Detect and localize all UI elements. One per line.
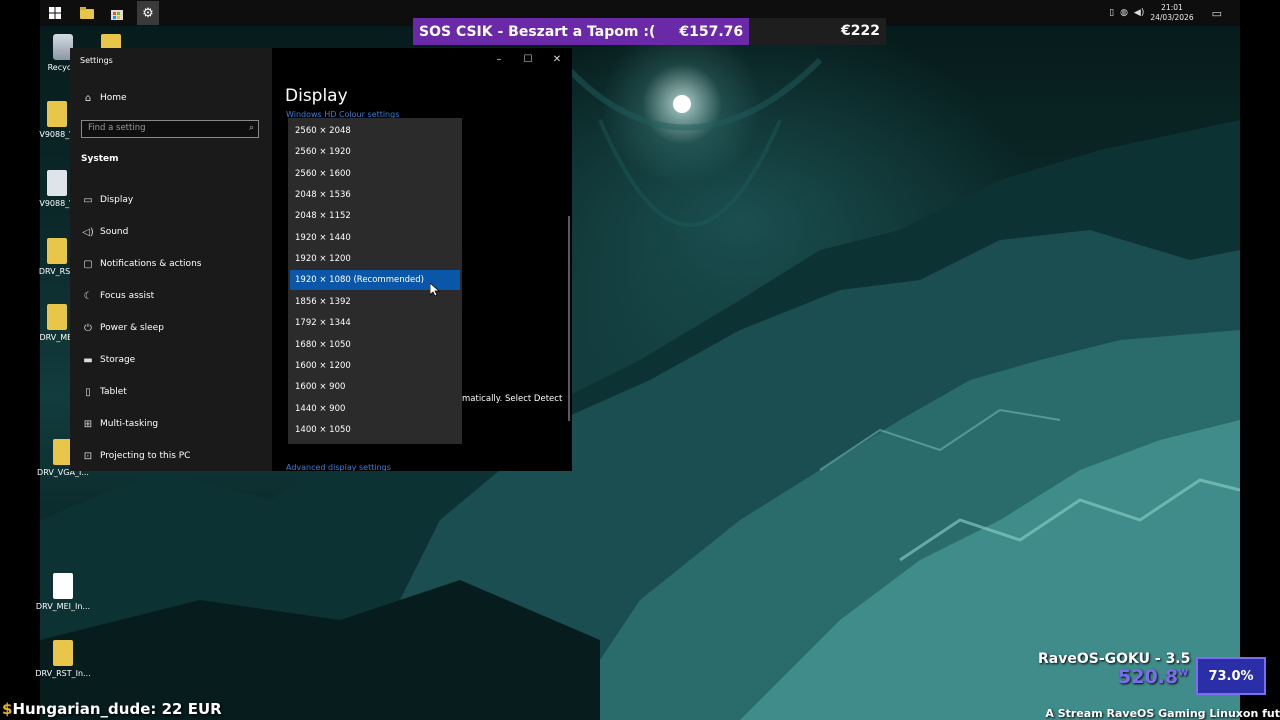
- nav-item-label: Notifications & actions: [100, 259, 202, 269]
- advanced-display-settings-link[interactable]: Advanced display settings: [286, 463, 391, 471]
- nav-item-label: Sound: [100, 227, 129, 237]
- folder-icon: [47, 238, 67, 264]
- percentage-badge: 73.0%: [1196, 657, 1266, 695]
- stream-ticker: A Stream RaveOS Gaming Linuxon fut: [1045, 707, 1280, 720]
- nav-home[interactable]: ⌂ Home: [81, 89, 127, 107]
- nav-item-power-sleep[interactable]: ⏻ Power & sleep: [81, 319, 164, 337]
- power-icon: ⏻: [84, 322, 92, 334]
- resolution-option[interactable]: 1680 × 1050: [290, 335, 460, 355]
- latest-donation: $Hungarian_dude: 22 EUR: [2, 700, 222, 718]
- nav-item-label: Projecting to this PC: [100, 451, 191, 461]
- settings-content: – ☐ ✕ Display Windows HD Colour settings…: [272, 48, 572, 471]
- resolution-option[interactable]: 2048 × 1536: [290, 185, 460, 205]
- disk-image-icon: [47, 170, 67, 196]
- resolution-option[interactable]: 2560 × 1600: [290, 164, 460, 184]
- network-icon[interactable]: ◍: [1120, 8, 1128, 18]
- volume-icon[interactable]: ◀): [1134, 8, 1144, 18]
- monitor-icon: ▭: [83, 194, 93, 206]
- search-placeholder: Find a setting: [88, 123, 146, 133]
- hd-colour-settings-link[interactable]: Windows HD Colour settings: [286, 110, 399, 118]
- settings-window: Settings ⌂ Home Find a setting ⌕ System …: [70, 48, 572, 471]
- donation-progress-bar: SOS CSIK - Beszart a Tapom :( €157.76: [413, 18, 749, 45]
- folder-icon: [47, 304, 67, 330]
- storage-icon: ▬: [83, 354, 93, 366]
- resolution-dropdown-list[interactable]: 2560 × 2048 2560 × 1920 2560 × 1600 2048 × …: [288, 118, 462, 444]
- nav-item-storage[interactable]: ▬ Storage: [81, 351, 135, 369]
- resolution-option[interactable]: 1920 × 1200: [290, 249, 460, 269]
- donation-title: SOS CSIK - Beszart a Tapom :(: [419, 23, 656, 40]
- folder-icon: [53, 640, 73, 666]
- mouse-cursor-icon: [430, 283, 440, 297]
- nav-item-label: Multi-tasking: [100, 419, 159, 429]
- home-icon: ⌂: [84, 92, 92, 104]
- nav-item-notifications[interactable]: ▢ Notifications & actions: [81, 255, 201, 273]
- moon-icon: ☾: [83, 290, 93, 302]
- desktop-icon-drv-rst-installer[interactable]: DRV_RST_In...: [28, 640, 98, 678]
- detect-description: matically. Select Detect: [462, 394, 563, 404]
- nav-item-focus-assist[interactable]: ☾ Focus assist: [81, 287, 155, 305]
- nav-item-projecting[interactable]: ⊡ Projecting to this PC: [81, 447, 191, 465]
- system-tray: ▯ ◍ ◀) 21:01 24/03/2026 ▭: [1109, 0, 1222, 26]
- search-icon: ⌕: [248, 123, 254, 133]
- speaker-icon: ◁): [82, 226, 94, 238]
- close-button[interactable]: ✕: [548, 54, 566, 68]
- store-icon[interactable]: [107, 3, 127, 23]
- clock-time: 21:01: [1161, 3, 1183, 12]
- resolution-option[interactable]: 1600 × 900: [290, 377, 460, 397]
- power-readout: 520.8W: [1118, 666, 1189, 688]
- section-label: System: [81, 154, 119, 164]
- desktop-icon-drv-mei-installer[interactable]: DRV_MEI_In...: [28, 573, 98, 611]
- clock-date: 24/03/2026: [1150, 13, 1194, 22]
- nav-item-label: Tablet: [100, 387, 127, 397]
- nav-item-label: Focus assist: [100, 291, 155, 301]
- multitasking-icon: ⊞: [83, 418, 93, 430]
- tablet-icon: ▯: [85, 386, 91, 398]
- battery-icon[interactable]: ▯: [1109, 8, 1114, 18]
- nav-item-multitasking[interactable]: ⊞ Multi-tasking: [81, 415, 158, 433]
- notification-icon: ▢: [83, 258, 93, 270]
- notification-icon[interactable]: ▭: [1212, 7, 1222, 20]
- resolution-option[interactable]: 1600 × 1200: [290, 356, 460, 376]
- resolution-option[interactable]: 2560 × 1920: [290, 142, 460, 162]
- settings-sidebar: Settings ⌂ Home Find a setting ⌕ System …: [70, 48, 272, 471]
- folder-icon: [47, 101, 67, 127]
- donation-track: €222: [749, 18, 886, 45]
- search-input[interactable]: Find a setting ⌕: [81, 120, 259, 138]
- minimize-button[interactable]: –: [490, 54, 508, 68]
- document-icon: [53, 573, 73, 599]
- page-title: Display: [285, 86, 348, 106]
- donation-amount: €157.76: [679, 23, 744, 40]
- nav-item-display[interactable]: ▭ Display: [81, 191, 133, 209]
- nav-item-sound[interactable]: ◁) Sound: [81, 223, 128, 241]
- nav-home-label: Home: [100, 93, 127, 103]
- resolution-option[interactable]: 1400 × 1050: [290, 420, 460, 440]
- coin-icon: $: [2, 700, 13, 718]
- resolution-option[interactable]: 1440 × 900: [290, 399, 460, 419]
- resolution-option[interactable]: 2048 × 1152: [290, 206, 460, 226]
- nav-item-tablet[interactable]: ▯ Tablet: [81, 383, 127, 401]
- resolution-option[interactable]: 2560 × 2048: [290, 121, 460, 141]
- nav-item-label: Power & sleep: [100, 323, 164, 333]
- scrollbar[interactable]: [568, 216, 570, 421]
- settings-gear-icon[interactable]: ⚙: [137, 1, 159, 25]
- nav-item-label: Display: [100, 195, 134, 205]
- rig-name: RaveOS-GOKU - 3.5: [1038, 651, 1191, 667]
- donation-goal: €222: [841, 23, 880, 39]
- file-explorer-icon[interactable]: [77, 3, 97, 23]
- windows-icon[interactable]: [45, 3, 65, 23]
- clock[interactable]: 21:01 24/03/2026: [1150, 3, 1193, 23]
- nav-item-label: Storage: [100, 355, 136, 365]
- projecting-icon: ⊡: [83, 450, 93, 462]
- window-title: Settings: [80, 56, 113, 65]
- resolution-option[interactable]: 1920 × 1440: [290, 228, 460, 248]
- resolution-option[interactable]: 1792 × 1344: [290, 313, 460, 333]
- maximize-button[interactable]: ☐: [519, 54, 537, 68]
